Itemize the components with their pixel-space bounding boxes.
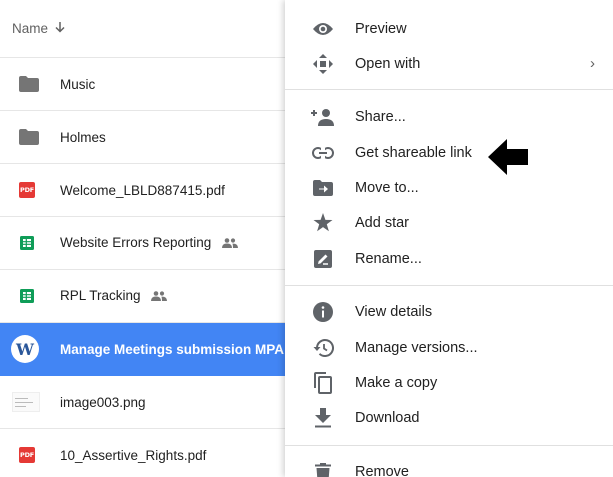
- menu-item-make-a-copy[interactable]: Make a copy: [285, 365, 613, 400]
- menu-item-label: Preview: [355, 20, 407, 37]
- menu-divider: [285, 89, 613, 90]
- file-name: Website Errors Reporting: [60, 235, 212, 250]
- file-name: 10_Assertive_Rights.pdf: [60, 447, 207, 463]
- menu-item-label: View details: [355, 303, 433, 320]
- pdf-badge: PDF: [19, 182, 35, 198]
- file-row-holmes[interactable]: Holmes: [0, 111, 300, 164]
- menu-divider: [285, 445, 613, 446]
- history-icon: [311, 336, 335, 360]
- menu-item-label: Move to...: [355, 179, 419, 196]
- eye-icon: [311, 17, 335, 41]
- move-to-folder-icon: [311, 176, 335, 200]
- menu-item-download[interactable]: Download: [285, 400, 613, 435]
- menu-item-label: Get shareable link: [355, 144, 472, 161]
- file-row-manage-meetings[interactable]: W Manage Meetings submission MPA: [0, 323, 300, 376]
- menu-item-label: Manage versions...: [355, 339, 478, 356]
- left-arrow-pointer-icon: [488, 139, 528, 175]
- menu-item-label: Open with: [355, 55, 421, 72]
- shared-people-icon: [151, 289, 168, 304]
- menu-item-label: Rename...: [355, 250, 422, 267]
- file-name: Music: [60, 76, 96, 92]
- file-name: RPL Tracking: [60, 288, 141, 303]
- menu-item-label: Make a copy: [355, 374, 438, 391]
- rename-icon: [311, 247, 335, 271]
- file-name-wrapper: Website Errors Reporting: [60, 235, 300, 251]
- folder-icon: [0, 129, 60, 145]
- link-icon: [311, 141, 335, 165]
- menu-item-label: Remove: [355, 463, 409, 477]
- file-row-music[interactable]: Music: [0, 58, 300, 111]
- image-thumbnail-preview: [12, 392, 40, 412]
- sheets-icon: [0, 288, 60, 304]
- menu-item-preview[interactable]: Preview: [285, 11, 613, 46]
- menu-item-rename[interactable]: Rename...: [285, 241, 613, 276]
- folder-icon: [0, 76, 60, 92]
- menu-item-remove[interactable]: Remove: [285, 454, 613, 477]
- pdf-icon: PDF: [0, 182, 60, 198]
- file-name: Welcome_LBLD887415.pdf: [60, 182, 225, 198]
- file-row-welcome-pdf[interactable]: PDF Welcome_LBLD887415.pdf: [0, 164, 300, 217]
- file-name: Holmes: [60, 129, 106, 145]
- menu-item-add-star[interactable]: Add star: [285, 205, 613, 240]
- menu-item-open-with[interactable]: Open with ›: [285, 46, 613, 81]
- chevron-right-icon: ›: [590, 55, 595, 72]
- image-thumbnail: [0, 392, 60, 412]
- name-column-label: Name: [12, 21, 49, 36]
- context-menu: Preview Open with › Share... Get shareab…: [285, 0, 613, 477]
- file-row-rpl-tracking[interactable]: RPL Tracking: [0, 270, 300, 323]
- word-icon: W: [0, 335, 60, 363]
- word-badge: W: [11, 335, 39, 363]
- file-name: Manage Meetings submission MPA: [60, 341, 285, 357]
- sheets-icon: [0, 235, 60, 251]
- file-list: Name Music Holmes PDF Welcome_LBLD887415…: [0, 0, 300, 477]
- menu-item-view-details[interactable]: View details: [285, 294, 613, 329]
- copy-icon: [311, 371, 335, 395]
- trash-icon: [311, 460, 335, 477]
- pdf-icon: PDF: [0, 447, 60, 463]
- file-name-wrapper: RPL Tracking: [60, 288, 300, 304]
- menu-item-label: Download: [355, 409, 420, 426]
- menu-item-get-shareable-link[interactable]: Get shareable link: [285, 135, 613, 170]
- download-icon: [311, 406, 335, 430]
- star-icon: [311, 211, 335, 235]
- open-with-icon: [311, 52, 335, 76]
- menu-item-share[interactable]: Share...: [285, 99, 613, 134]
- file-row-website-errors[interactable]: Website Errors Reporting: [0, 217, 300, 270]
- menu-divider: [285, 285, 613, 286]
- file-row-image003[interactable]: image003.png: [0, 376, 300, 429]
- name-column-header[interactable]: Name: [0, 0, 300, 58]
- pdf-badge: PDF: [19, 447, 35, 463]
- file-row-assertive-rights[interactable]: PDF 10_Assertive_Rights.pdf: [0, 429, 300, 477]
- menu-item-move-to[interactable]: Move to...: [285, 170, 613, 205]
- shared-people-icon: [222, 236, 239, 251]
- file-name: image003.png: [60, 394, 146, 410]
- menu-item-manage-versions[interactable]: Manage versions...: [285, 330, 613, 365]
- info-icon: [311, 300, 335, 324]
- arrow-down-icon[interactable]: [54, 21, 66, 36]
- menu-item-label: Add star: [355, 214, 409, 231]
- menu-item-label: Share...: [355, 108, 406, 125]
- add-person-icon: [311, 105, 335, 129]
